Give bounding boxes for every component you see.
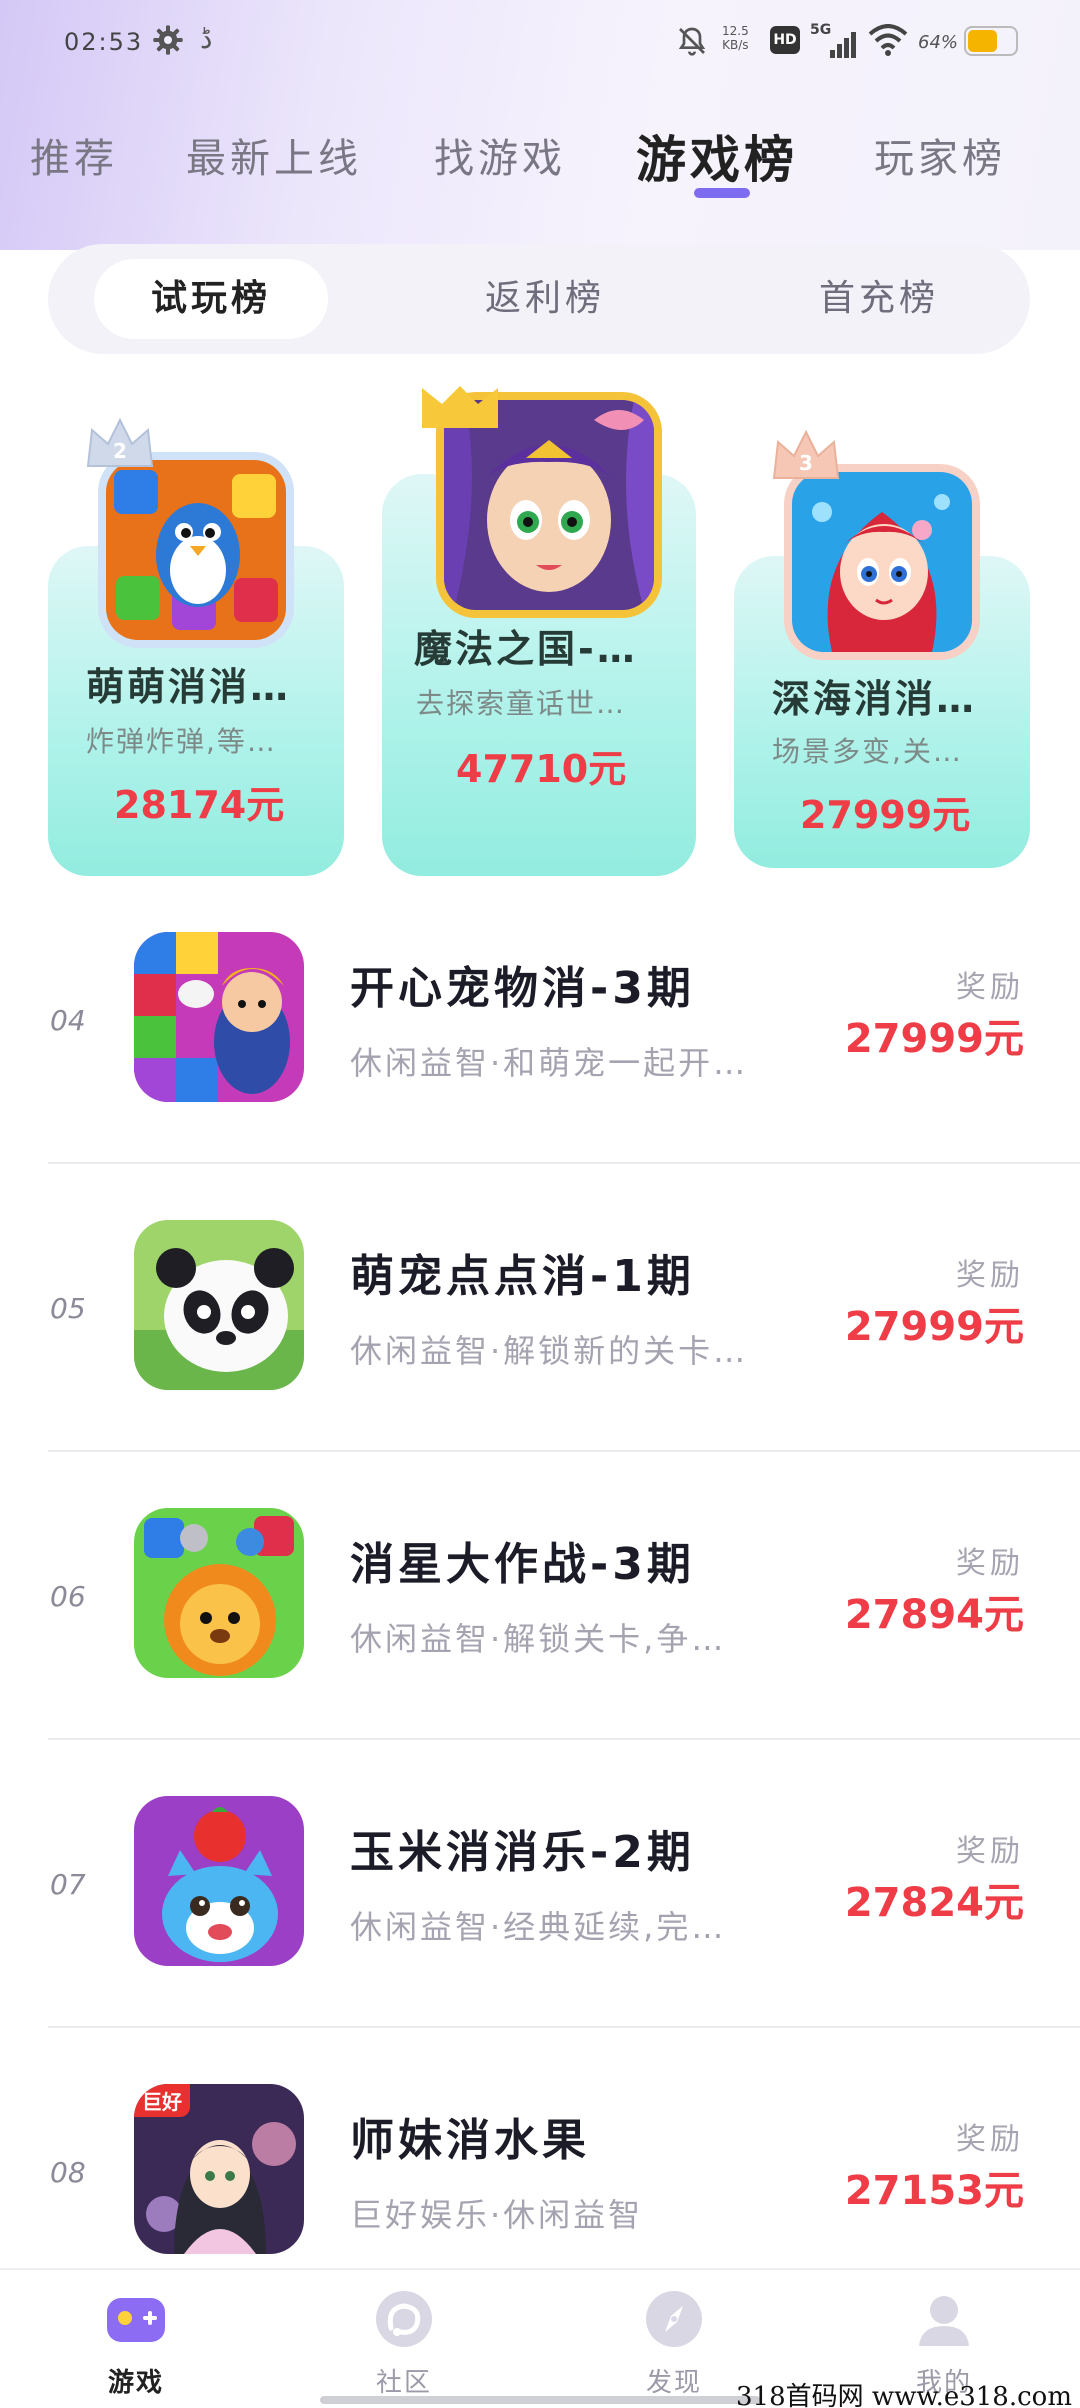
nav-label: 游戏	[107, 2368, 164, 2398]
mute-bell-icon	[678, 27, 706, 56]
podium-prize: 27999元	[800, 793, 971, 837]
tab-player-ranking[interactable]: 玩家榜	[874, 126, 1006, 184]
podium-desc: 去探索童话世…	[416, 687, 627, 720]
tab-new-release[interactable]: 最新上线	[186, 126, 362, 184]
battery-icon	[964, 26, 1018, 56]
battery-fill	[968, 30, 998, 52]
podium-desc: 炸弹炸弹,等…	[86, 725, 277, 758]
nav-discover[interactable]: 发现	[614, 2288, 734, 2399]
game-desc: 巨好娱乐·休闲益智	[350, 2196, 644, 2234]
reward-label: 奖励	[956, 1546, 1024, 1581]
game-desc: 休闲益智·解锁关卡,争…	[350, 1620, 727, 1658]
game-title: 萌宠点点消-1期	[350, 1251, 695, 1302]
list-item[interactable]: 07 玉米消消乐-2期 休闲益智·经典延续,完… 奖励 27824元	[0, 1740, 1080, 2028]
podium-title: 魔法之国-…	[414, 627, 638, 671]
gamepad-icon	[107, 2298, 165, 2342]
podium-icon-frame	[98, 452, 294, 648]
podium-rank-number: 3	[799, 451, 813, 475]
segment-first-charge-ranking[interactable]: 首充榜	[762, 259, 996, 339]
reward-amount: 27999元	[844, 1304, 1024, 1350]
reward-amount: 27153元	[844, 2168, 1024, 2214]
net-speed-value: 12.5	[722, 24, 749, 38]
reward-label: 奖励	[956, 2122, 1024, 2157]
reward-label: 奖励	[956, 1834, 1024, 1869]
podium-prize: 47710元	[456, 747, 627, 791]
segment-rebate-ranking[interactable]: 返利榜	[428, 259, 662, 339]
reward-label: 奖励	[956, 1258, 1024, 1293]
list-item[interactable]: 06 消星大作战-3期 休闲益智·解锁关卡,争… 奖励 27894元	[0, 1452, 1080, 1740]
podium-title: 萌萌消消…	[86, 665, 292, 709]
game-title: 开心宠物消-3期	[350, 963, 695, 1014]
status-bar: 02:53 ڈ 12.5 KB/s HD 5G 64%	[0, 0, 1080, 86]
gear-icon	[153, 25, 183, 55]
podium-prize: 28174元	[114, 783, 285, 827]
status-time: 02:53	[64, 28, 144, 56]
nav-label: 发现	[645, 2368, 702, 2398]
hd-badge: HD	[770, 26, 800, 54]
rank-number: 06	[50, 1580, 86, 1613]
podium-rank-number: 2	[113, 439, 127, 463]
reward-amount: 27999元	[844, 1016, 1024, 1062]
signal-5g-icon: 5G	[810, 22, 856, 58]
rank-number: 08	[50, 2156, 86, 2189]
game-title: 玉米消消乐-2期	[350, 1827, 695, 1878]
tab-recommend[interactable]: 推荐	[30, 126, 118, 184]
rank-number: 05	[50, 1292, 86, 1325]
podium-icon-frame	[784, 464, 980, 660]
game-title: 师妹消水果	[350, 2115, 590, 2166]
segment-trial-ranking[interactable]: 试玩榜	[94, 259, 328, 339]
compass-icon	[646, 2291, 702, 2347]
podium-desc: 场景多变,关…	[772, 735, 963, 768]
pet-game-icon[interactable]	[134, 932, 304, 1102]
panda-game-icon[interactable]	[134, 1220, 304, 1390]
cat-game-icon[interactable]	[134, 1796, 304, 1966]
silver-crown-icon: 2	[86, 417, 154, 467]
game-desc: 休闲益智·经典延续,完…	[350, 1908, 727, 1946]
community-icon	[376, 2291, 432, 2347]
net-speed-unit: KB/s	[722, 38, 749, 52]
nav-games[interactable]: 游戏	[76, 2288, 196, 2399]
publisher-badge: 巨好	[134, 2084, 190, 2117]
status-extra-glyph: ڈ	[200, 22, 213, 55]
tab-find-games[interactable]: 找游戏	[434, 126, 566, 184]
rank-number: 07	[50, 1868, 86, 1901]
nav-community[interactable]: 社区	[344, 2288, 464, 2399]
bronze-crown-icon: 3	[772, 429, 840, 479]
tab-game-ranking[interactable]: 游戏榜	[636, 120, 798, 192]
main-tab-bar: 推荐 最新上线 找游戏 游戏榜 玩家榜	[0, 126, 1080, 216]
gold-crown-icon	[422, 386, 498, 428]
lion-game-icon[interactable]	[134, 1508, 304, 1678]
reward-label: 奖励	[956, 970, 1024, 1005]
game-title: 消星大作战-3期	[350, 1539, 695, 1590]
home-indicator[interactable]	[320, 2396, 760, 2404]
battery-percent: 64%	[918, 32, 959, 53]
game-desc: 休闲益智·解锁新的关卡…	[350, 1332, 749, 1370]
list-item[interactable]: 04 开心宠物消-3期 休闲益智·和萌宠一起开… 奖励 27999元	[0, 876, 1080, 1164]
active-tab-indicator	[694, 188, 750, 198]
ranking-segment-control: 试玩榜 返利榜 首充榜	[48, 244, 1030, 354]
net-speed: 12.5 KB/s	[722, 24, 749, 52]
nav-label: 社区	[375, 2368, 432, 2398]
wifi-icon	[868, 24, 908, 56]
rank-number: 04	[50, 1004, 86, 1037]
mermaid-game-icon[interactable]	[792, 472, 972, 652]
reward-amount: 27824元	[844, 1880, 1024, 1926]
reward-amount: 27894元	[844, 1592, 1024, 1638]
game-desc: 休闲益智·和萌宠一起开…	[350, 1044, 749, 1082]
penguin-game-icon[interactable]	[106, 460, 286, 640]
profile-icon	[919, 2296, 969, 2346]
svg-text:5G: 5G	[810, 22, 831, 38]
watermark-text: 318首码网 www.e318.com	[736, 2382, 1072, 2408]
list-item[interactable]: 05 萌宠点点消-1期 休闲益智·解锁新的关卡… 奖励 27999元	[0, 1164, 1080, 1452]
podium-title: 深海消消…	[772, 677, 978, 721]
girl-game-icon[interactable]: 巨好	[134, 2084, 304, 2254]
